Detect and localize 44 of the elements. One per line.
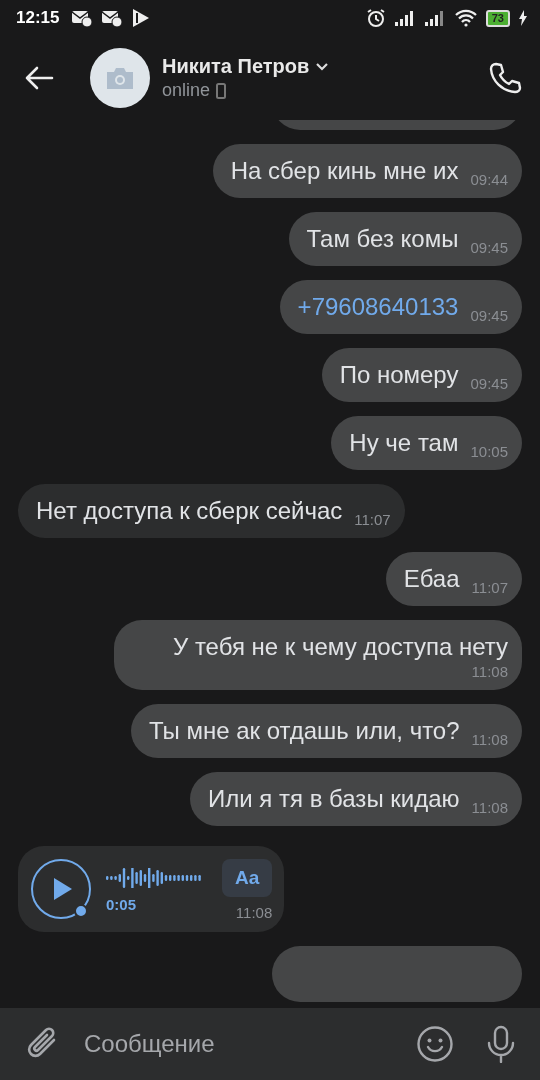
microphone-icon[interactable]: [486, 1025, 516, 1063]
message-time: 11:07: [471, 580, 508, 596]
message-time: 11:08: [235, 905, 273, 921]
message-time: 10:05: [470, 444, 508, 460]
message-text: Там без комы: [306, 226, 459, 252]
message-time: 09:45: [470, 240, 508, 256]
battery-icon: 73: [485, 9, 510, 27]
voice-duration: 0:05: [106, 895, 138, 913]
message-time: 11:07: [354, 512, 391, 528]
wifi-icon: [453, 9, 478, 27]
waveform-icon: [106, 867, 202, 888]
message-time: 11:08: [471, 664, 508, 680]
message-text: Ну че там: [349, 430, 459, 456]
message-time: 09:44: [470, 172, 508, 188]
camera-icon: [105, 67, 135, 89]
status-time: 12:15: [16, 8, 60, 28]
message-time: 11:08: [471, 732, 508, 748]
message-text: Нет доступа к сберк сейчас: [36, 498, 343, 524]
chevron-down-icon[interactable]: [315, 61, 330, 72]
message-text: По номеру: [339, 362, 459, 388]
charging-icon: [518, 10, 528, 26]
signal-icon: [423, 10, 446, 26]
back-arrow-icon[interactable]: [24, 66, 54, 90]
message-text: На сбер кинь мне их: [230, 158, 459, 184]
smiley-icon[interactable]: [416, 1025, 454, 1063]
message-text: Ты мне ак отдашь или, что?: [148, 718, 460, 744]
play-button-icon[interactable]: [30, 858, 94, 922]
phone-device-icon: [216, 82, 227, 99]
message-text: У тебя не к чему доступа нету: [173, 634, 508, 660]
contact-name[interactable]: Никита Петров: [162, 55, 310, 78]
presence-status: online: [162, 80, 211, 101]
phone-link[interactable]: +79608640133: [297, 294, 459, 320]
message-text: Ебаа: [403, 566, 460, 592]
mail-icon: [101, 9, 124, 27]
message-text: Или я тя в базы кидаю: [208, 786, 460, 812]
signal-icon: [393, 10, 416, 26]
mail-icon: [71, 9, 94, 27]
call-icon[interactable]: [488, 61, 522, 95]
transcribe-button[interactable]: Aa: [222, 859, 273, 897]
alarm-icon: [365, 8, 386, 28]
avatar[interactable]: [90, 48, 150, 108]
message-time: 09:45: [470, 376, 508, 392]
message-time: 09:45: [470, 308, 508, 324]
message-time: 11:08: [471, 800, 508, 816]
